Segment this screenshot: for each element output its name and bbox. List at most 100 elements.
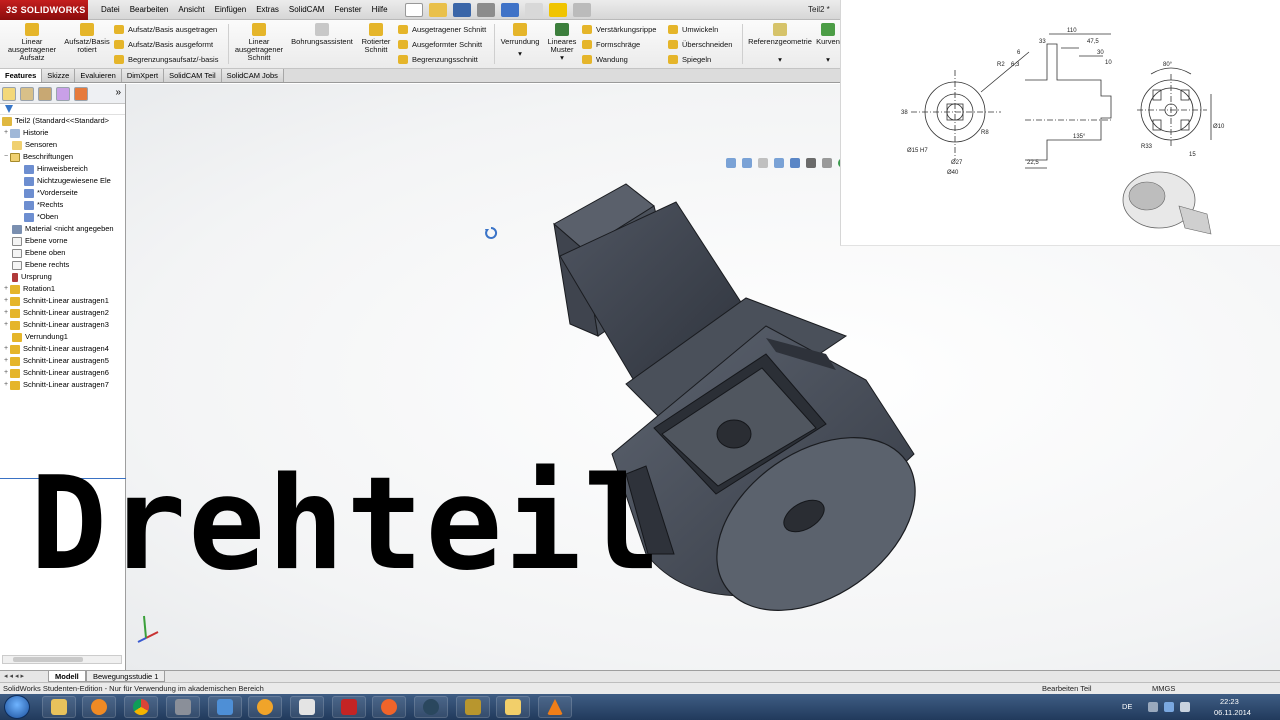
- network-icon[interactable]: [1164, 702, 1174, 712]
- tree-item-hinweisbereich[interactable]: Hinweisbereich: [0, 163, 125, 175]
- menu-ansicht[interactable]: Ansicht: [173, 0, 209, 20]
- tree-item-verrundung1[interactable]: Verrundung1: [0, 331, 125, 343]
- menu-solidcam[interactable]: SolidCAM: [284, 0, 330, 20]
- taskbar-chrome[interactable]: [124, 696, 158, 718]
- dimxpert-manager-icon[interactable]: [56, 87, 70, 101]
- feature-tree-icon[interactable]: [2, 87, 16, 101]
- intersect-button[interactable]: Überschneiden: [668, 38, 732, 51]
- tree-item-ursprung[interactable]: Ursprung: [0, 271, 125, 283]
- undo-icon[interactable]: [501, 3, 519, 17]
- hole-wizard-button[interactable]: Bohrungsassistent: [288, 23, 356, 46]
- tree-item-rotation1[interactable]: + Rotation1: [0, 283, 125, 295]
- taskbar-app-5[interactable]: [208, 696, 242, 718]
- reference-geometry-button[interactable]: Referenzgeometrie ▾: [746, 23, 814, 64]
- tree-item-sensoren[interactable]: Sensoren: [0, 139, 125, 151]
- swept-cut-button[interactable]: Ausgetragener Schnitt: [398, 23, 486, 36]
- lofted-boss-button[interactable]: Aufsatz/Basis ausgeformt: [114, 38, 213, 51]
- tree-item-ebene-oben[interactable]: Ebene oben: [0, 247, 125, 259]
- swept-boss-button[interactable]: Aufsatz/Basis ausgetragen: [114, 23, 217, 36]
- shell-button[interactable]: Wandung: [582, 53, 628, 66]
- scrollbar-thumb[interactable]: [13, 657, 83, 662]
- tree-horizontal-scrollbar[interactable]: [2, 655, 122, 664]
- tree-item-unassigned[interactable]: Nichtzugewiesene Ele: [0, 175, 125, 187]
- menu-hilfe[interactable]: Hilfe: [367, 0, 393, 20]
- tree-filter[interactable]: [0, 104, 125, 115]
- mirror-button[interactable]: Spiegeln: [668, 53, 711, 66]
- tab-skizze[interactable]: Skizze: [42, 69, 76, 82]
- open-folder-icon[interactable]: [429, 3, 447, 17]
- tree-item-historie[interactable]: + Historie: [0, 127, 125, 139]
- taskbar-folder[interactable]: [496, 696, 530, 718]
- windows-start-button[interactable]: [4, 695, 30, 719]
- tree-root-part[interactable]: Teil2 (Standard<<Standard>: [0, 115, 125, 127]
- fillet-button[interactable]: Verrundung ▾: [498, 23, 542, 58]
- taskbar-solidworks[interactable]: [332, 696, 366, 718]
- expand-panel-icon[interactable]: »: [115, 87, 121, 98]
- tab-navigation-arrows[interactable]: ◂◂◂▸: [4, 672, 26, 680]
- select-icon[interactable]: [525, 3, 543, 17]
- taskbar-app-6[interactable]: [248, 696, 282, 718]
- tray-arrow-icon[interactable]: [1148, 702, 1158, 712]
- save-icon[interactable]: [453, 3, 471, 17]
- revolved-cut-button[interactable]: Rotierter Schnitt: [358, 23, 394, 54]
- tree-item-cut7[interactable]: + Schnitt-Linear austragen7: [0, 379, 125, 391]
- tab-features[interactable]: Features: [0, 69, 43, 82]
- revolved-boss-button[interactable]: Aufsatz/Basis rotiert: [62, 23, 112, 54]
- menu-einfuegen[interactable]: Einfügen: [210, 0, 252, 20]
- property-manager-icon[interactable]: [20, 87, 34, 101]
- keyboard-language[interactable]: DE: [1122, 702, 1132, 711]
- tree-item-cut3[interactable]: + Schnitt-Linear austragen3: [0, 319, 125, 331]
- tree-item-cut6[interactable]: + Schnitt-Linear austragen6: [0, 367, 125, 379]
- display-manager-icon[interactable]: [74, 87, 88, 101]
- menu-bearbeiten[interactable]: Bearbeiten: [125, 0, 174, 20]
- reference-triad-icon[interactable]: [134, 608, 160, 644]
- volume-icon[interactable]: [1180, 702, 1190, 712]
- rebuild-icon[interactable]: [549, 3, 567, 17]
- taskbar-app-4[interactable]: [166, 696, 200, 718]
- tree-item-cut1[interactable]: + Schnitt-Linear austragen1: [0, 295, 125, 307]
- solidworks-logo[interactable]: 3S SOLIDWORKS: [0, 0, 88, 20]
- new-document-icon[interactable]: [405, 3, 423, 17]
- taskbar-steam[interactable]: [414, 696, 448, 718]
- linear-pattern-button[interactable]: Lineares Muster ▾: [544, 23, 580, 62]
- taskbar-explorer[interactable]: [42, 696, 76, 718]
- wrap-button[interactable]: Umwickeln: [668, 23, 718, 36]
- tab-evaluieren[interactable]: Evaluieren: [75, 69, 122, 82]
- tree-item-oben[interactable]: *Oben: [0, 211, 125, 223]
- tree-item-cut4[interactable]: + Schnitt-Linear austragen4: [0, 343, 125, 355]
- menu-extras[interactable]: Extras: [251, 0, 284, 20]
- tree-item-ebene-vorne[interactable]: Ebene vorne: [0, 235, 125, 247]
- linear-cut-button[interactable]: Linear ausgetragener Schnitt: [232, 23, 286, 62]
- draft-button[interactable]: Formschräge: [582, 38, 640, 51]
- tree-item-vorderseite[interactable]: *Vorderseite: [0, 187, 125, 199]
- taskbar-app-7[interactable]: [290, 696, 324, 718]
- print-icon[interactable]: [477, 3, 495, 17]
- rib-button[interactable]: Verstärkungsrippe: [582, 23, 656, 36]
- curves-button[interactable]: Kurven ▾: [816, 23, 840, 64]
- tab-modell[interactable]: Modell: [48, 671, 86, 682]
- menu-datei[interactable]: Datei: [96, 0, 125, 20]
- tree-item-ebene-rechts[interactable]: Ebene rechts: [0, 259, 125, 271]
- lofted-cut-button[interactable]: Ausgeformter Schnitt: [398, 38, 482, 51]
- status-units[interactable]: MMGS: [1152, 683, 1175, 694]
- boundary-boss-button[interactable]: Begrenzungsaufsatz/-basis: [114, 53, 218, 66]
- tab-solidcam-jobs[interactable]: SolidCAM Jobs: [221, 69, 284, 82]
- configuration-manager-icon[interactable]: [38, 87, 52, 101]
- tab-solidcam-teil[interactable]: SolidCAM Teil: [164, 69, 222, 82]
- taskbar-app-9[interactable]: [372, 696, 406, 718]
- menu-fenster[interactable]: Fenster: [329, 0, 366, 20]
- taskbar-media-player[interactable]: [82, 696, 116, 718]
- linear-boss-button[interactable]: Linear ausgetragener Aufsatz: [4, 23, 60, 62]
- options-icon[interactable]: [573, 3, 591, 17]
- tree-item-material[interactable]: Material <nicht angegeben: [0, 223, 125, 235]
- clock-date[interactable]: 06.11.2014: [1214, 708, 1251, 717]
- tree-item-beschriftungen[interactable]: − Beschriftungen: [0, 151, 125, 163]
- tab-dimxpert[interactable]: DimXpert: [121, 69, 165, 82]
- taskbar-app-11[interactable]: [456, 696, 490, 718]
- tree-item-cut2[interactable]: + Schnitt-Linear austragen2: [0, 307, 125, 319]
- tree-item-cut5[interactable]: + Schnitt-Linear austragen5: [0, 355, 125, 367]
- tree-item-rechts[interactable]: *Rechts: [0, 199, 125, 211]
- taskbar-vlc[interactable]: [538, 696, 572, 718]
- clock-time[interactable]: 22:23: [1220, 697, 1239, 706]
- boundary-cut-button[interactable]: Begrenzungsschnitt: [398, 53, 478, 66]
